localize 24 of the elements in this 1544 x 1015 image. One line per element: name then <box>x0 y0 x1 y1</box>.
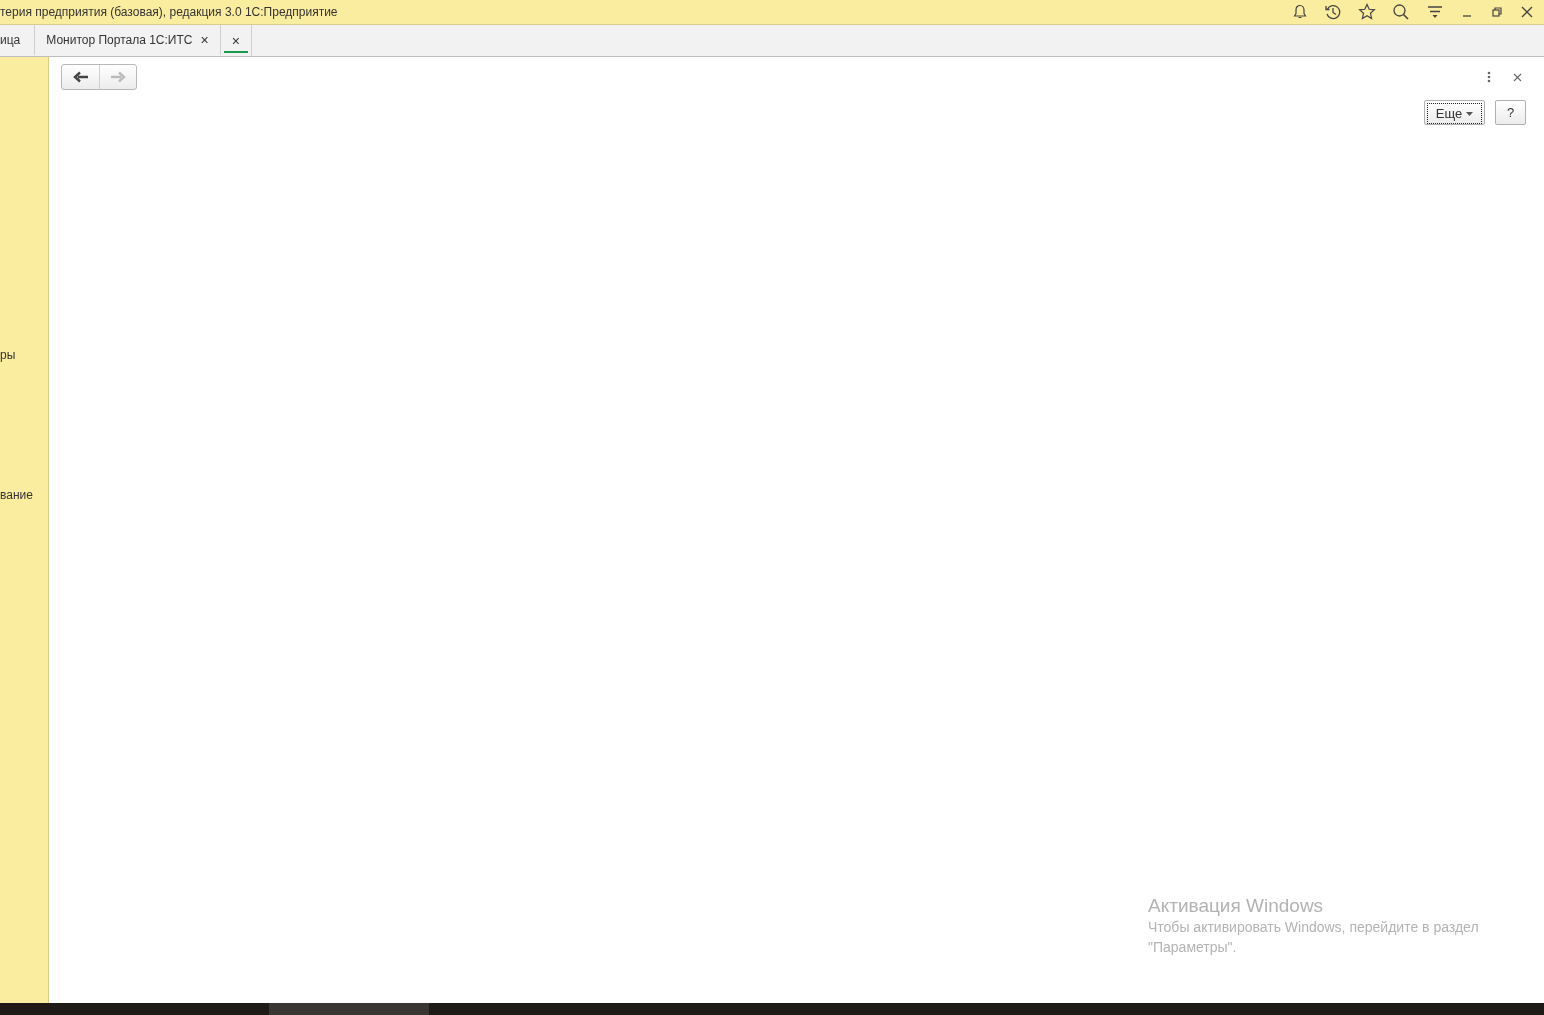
history-icon[interactable] <box>1324 3 1342 21</box>
right-arrow-icon <box>110 71 126 83</box>
bell-icon[interactable] <box>1292 4 1308 20</box>
activation-text: Чтобы активировать Windows, перейдите в раздел "Параметры". <box>1148 918 1480 957</box>
close-icon[interactable] <box>1513 72 1522 82</box>
close-icon[interactable]: × <box>231 32 240 49</box>
tab[interactable]: Монитор Портала 1С:ИТС × <box>35 25 221 56</box>
window-title: терия предприятия (базовая), редакция 3.0 1С:Предприятие <box>0 5 338 19</box>
close-icon[interactable]: × <box>200 31 209 48</box>
caret-icon <box>1466 111 1474 116</box>
star-icon[interactable] <box>1358 3 1376 21</box>
sidebar-item[interactable]: ры <box>0 348 16 362</box>
menu-icon[interactable] <box>1426 4 1444 20</box>
tab[interactable]: × <box>220 25 252 56</box>
left-arrow-icon <box>72 71 89 83</box>
search-icon[interactable] <box>1392 3 1410 21</box>
help-button[interactable]: ? <box>1495 100 1526 125</box>
activation-title: Активация Windows <box>1148 895 1325 917</box>
restore-icon[interactable] <box>1490 5 1504 19</box>
tab[interactable]: ица <box>0 25 36 56</box>
sidebar-item[interactable]: вание <box>0 488 33 502</box>
more-icon[interactable] <box>1487 71 1491 83</box>
more-button[interactable]: Еще <box>1424 100 1485 125</box>
close-icon[interactable] <box>1520 5 1534 19</box>
